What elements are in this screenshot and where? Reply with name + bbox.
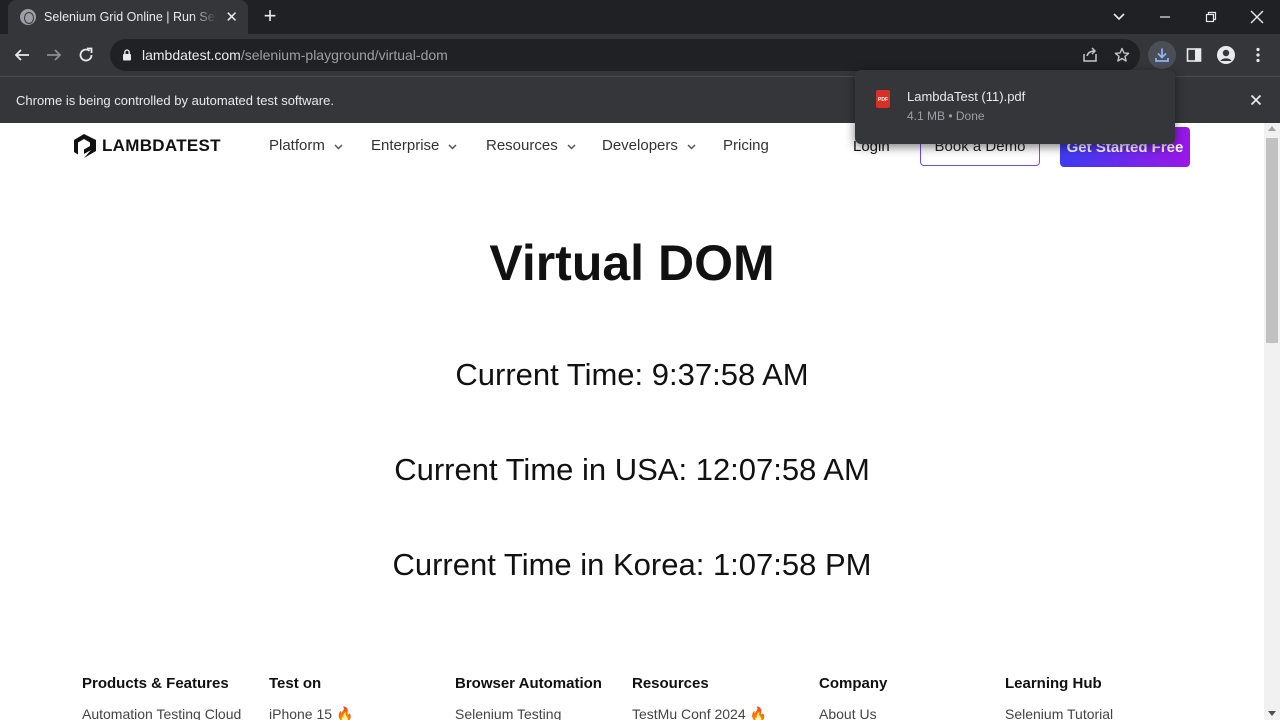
- downloads-button[interactable]: [1148, 41, 1176, 69]
- footer-heading: Company: [819, 675, 888, 692]
- footer-col-products: Products & Features Automation Testing C…: [82, 675, 241, 720]
- side-panel-button[interactable]: [1180, 41, 1208, 69]
- url-text[interactable]: lambdatest.com/selenium-playground/virtu…: [142, 47, 448, 63]
- web-page: LAMBDATEST Platform Enterprise Resources…: [0, 123, 1264, 720]
- nav-pricing[interactable]: Pricing: [723, 137, 769, 154]
- minimize-icon: [1160, 16, 1170, 18]
- side-panel-icon: [1186, 48, 1202, 62]
- share-button[interactable]: [1076, 41, 1104, 69]
- tab-close-icon[interactable]: ✕: [225, 10, 238, 25]
- nav-resources-label: Resources: [486, 137, 558, 154]
- footer-heading: Test on: [269, 675, 322, 692]
- footer-heading: Learning Hub: [1005, 675, 1102, 692]
- page-title: Virtual DOM: [489, 235, 775, 291]
- current-time: Current Time: 9:37:58 AM: [455, 357, 809, 392]
- footer-col-resources: Resources TestMu Conf 2024 🔥: [632, 675, 767, 720]
- scroll-up-icon[interactable]: [1268, 126, 1276, 131]
- arrow-left-icon: [14, 49, 29, 61]
- restore-icon: [1205, 11, 1217, 23]
- close-icon: [1250, 10, 1264, 24]
- new-tab-button[interactable]: +: [259, 5, 281, 28]
- chevron-down-icon: [687, 143, 696, 150]
- scroll-down-icon[interactable]: [1268, 711, 1276, 716]
- page-scrollbar[interactable]: [1264, 123, 1280, 720]
- nav-pricing-label: Pricing: [723, 137, 769, 154]
- footer-link[interactable]: About Us: [819, 706, 887, 720]
- footer-link[interactable]: Selenium Testing: [455, 706, 602, 720]
- address-bar[interactable]: lambdatest.com/selenium-playground/virtu…: [110, 39, 1140, 71]
- scrollbar-thumb[interactable]: [1266, 138, 1278, 343]
- footer-col-company: Company About Us: [819, 675, 887, 720]
- footer-col-learning-hub: Learning Hub Selenium Tutorial: [1005, 675, 1113, 720]
- tab-title: Selenium Grid Online | Run Selenium Test…: [44, 10, 218, 24]
- korea-time: Current Time in Korea: 1:07:58 PM: [392, 547, 872, 582]
- nav-platform[interactable]: Platform: [269, 137, 343, 154]
- footer-link[interactable]: Automation Testing Cloud: [82, 706, 241, 720]
- footer-heading: Browser Automation: [455, 675, 602, 692]
- profile-icon: [1217, 46, 1235, 64]
- menu-button[interactable]: [1244, 41, 1272, 69]
- footer-link[interactable]: iPhone 15 🔥: [269, 706, 353, 720]
- globe-icon: [20, 9, 36, 25]
- download-file-name[interactable]: LambdaTest (11).pdf: [907, 89, 1025, 104]
- close-window-button[interactable]: [1234, 0, 1280, 34]
- brand-wordmark: LAMBDATEST: [102, 136, 221, 155]
- chevron-down-icon: [334, 143, 343, 150]
- share-icon: [1083, 47, 1097, 62]
- footer-link[interactable]: TestMu Conf 2024 🔥: [632, 706, 767, 720]
- nav-developers-label: Developers: [602, 137, 678, 154]
- infobar-message: Chrome is being controlled by automated …: [16, 93, 334, 108]
- lambdatest-logo[interactable]: LAMBDATEST: [73, 133, 221, 159]
- infobar-close-icon[interactable]: [1247, 91, 1265, 109]
- download-bubble[interactable]: PDF LambdaTest (11).pdf 4.1 MB • Done: [855, 70, 1175, 144]
- tab-strip: Selenium Grid Online | Run Selenium Test…: [0, 0, 1280, 34]
- profile-button[interactable]: [1212, 41, 1240, 69]
- download-icon: [1155, 48, 1169, 62]
- chevron-down-icon: [1113, 13, 1125, 21]
- reload-button[interactable]: [72, 41, 100, 69]
- pdf-file-icon: PDF: [876, 90, 890, 108]
- browser-tab[interactable]: Selenium Grid Online | Run Selenium Test…: [8, 0, 248, 34]
- nav-platform-label: Platform: [269, 137, 325, 154]
- minimize-button[interactable]: [1142, 0, 1188, 34]
- bookmark-button[interactable]: [1108, 41, 1136, 69]
- footer-heading: Products & Features: [82, 675, 229, 692]
- footer-col-test-on: Test on iPhone 15 🔥: [269, 675, 353, 720]
- lock-icon[interactable]: [122, 49, 132, 61]
- footer-link[interactable]: Selenium Tutorial: [1005, 706, 1113, 720]
- reload-icon: [79, 47, 93, 62]
- star-icon: [1114, 47, 1130, 62]
- nav-developers[interactable]: Developers: [602, 137, 696, 154]
- nav-enterprise-label: Enterprise: [371, 137, 440, 154]
- footer-heading: Resources: [632, 675, 709, 692]
- chevron-down-icon: [567, 143, 576, 150]
- lambdatest-logo-icon: [74, 134, 96, 158]
- nav-enterprise[interactable]: Enterprise: [371, 137, 457, 154]
- nav-resources[interactable]: Resources: [486, 137, 576, 154]
- usa-time: Current Time in USA: 12:07:58 AM: [394, 452, 870, 487]
- tab-search-button[interactable]: [1096, 0, 1142, 34]
- restore-button[interactable]: [1188, 0, 1234, 34]
- forward-button[interactable]: [40, 41, 68, 69]
- back-button[interactable]: [8, 41, 36, 69]
- chevron-down-icon: [448, 143, 457, 150]
- kebab-menu-icon: [1256, 47, 1260, 63]
- footer-col-browser-automation: Browser Automation Selenium Testing: [455, 675, 602, 720]
- download-status: 4.1 MB • Done: [907, 109, 985, 123]
- arrow-right-icon: [47, 49, 62, 61]
